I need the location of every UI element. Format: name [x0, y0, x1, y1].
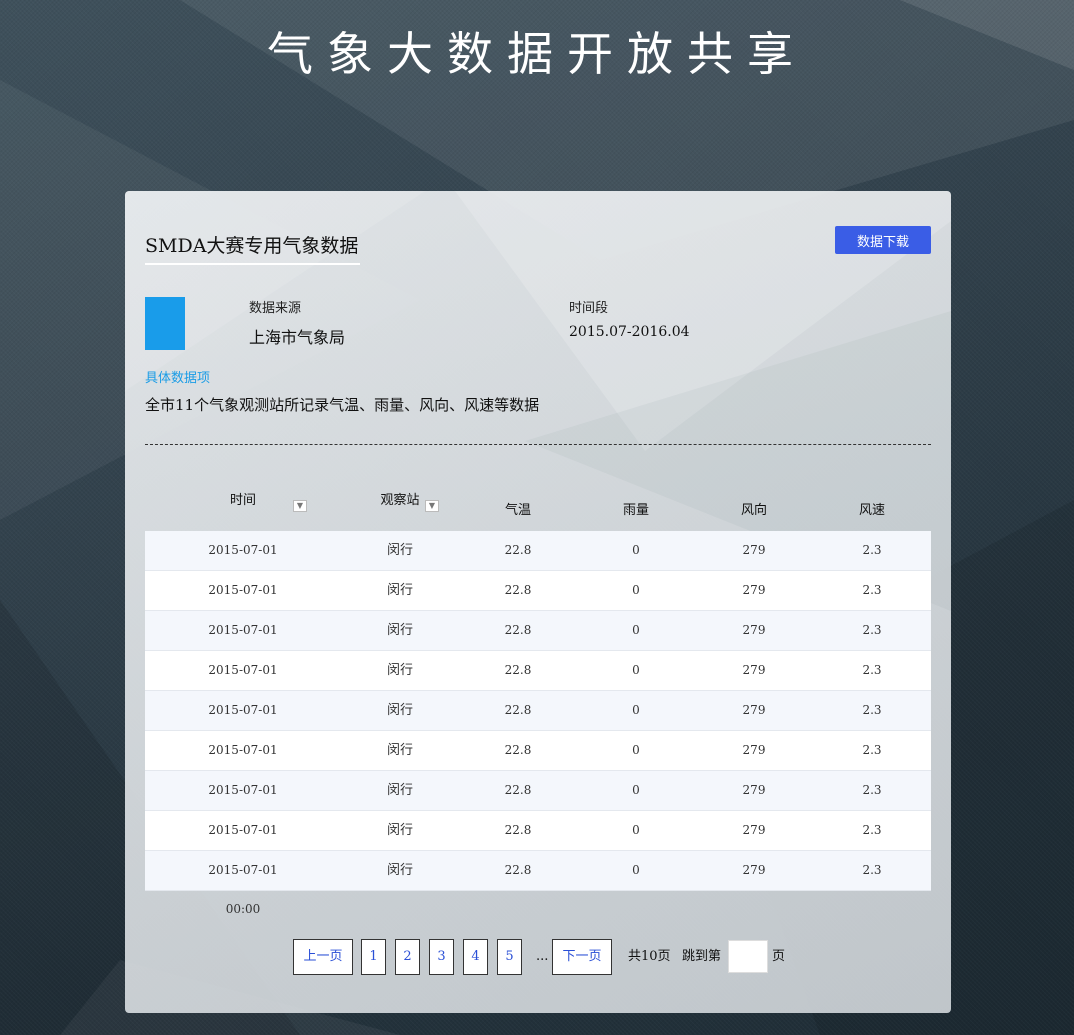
- table-row: 2015-07-01 00:00 闵行 22.8 0 279 2.3: [145, 691, 931, 756]
- site-title: 气象大数据开放共享: [267, 27, 807, 81]
- cell-wind-direction: 279: [742, 823, 766, 837]
- cell-station: 闵行: [386, 823, 413, 838]
- table-row: 2015-07-01 00:00 闵行 22.8 0 279 2.3: [145, 611, 931, 676]
- cell-time: 2015-07-01 00:00: [208, 703, 278, 756]
- cell-rainfall: 0: [632, 663, 640, 677]
- header-rainfall: 雨量: [622, 503, 649, 518]
- cell-time: 2015-07-01 00:00: [208, 623, 278, 676]
- chevron-down-icon[interactable]: ▼: [425, 500, 439, 512]
- cell-wind-direction: 279: [742, 863, 766, 877]
- jump-label: 跳到第: [682, 949, 722, 964]
- cell-wind-direction: 279: [742, 583, 766, 597]
- cell-wind-speed: 2.3: [862, 663, 882, 677]
- page-button-2[interactable]: 2: [395, 939, 420, 975]
- cell-rainfall: 0: [632, 783, 640, 797]
- title-underline: [145, 263, 360, 265]
- cell-time: 2015-07-01 00:00: [208, 663, 278, 716]
- page-button-1[interactable]: 1: [361, 939, 386, 975]
- page-button-3[interactable]: 3: [429, 939, 454, 975]
- total-pages: 共10页: [628, 949, 671, 964]
- cell-station: 闵行: [386, 743, 413, 758]
- cell-station: 闵行: [386, 783, 413, 798]
- cell-station: 闵行: [386, 663, 413, 678]
- chevron-down-icon[interactable]: ▼: [293, 500, 307, 512]
- cell-temperature: 22.8: [504, 583, 532, 597]
- cell-wind-direction: 279: [742, 703, 766, 717]
- cell-temperature: 22.8: [504, 703, 532, 717]
- cell-wind-speed: 2.3: [862, 623, 882, 637]
- dataset-panel: SMDA大赛专用气象数据 数据下载 数据来源 上海市气象局 时间段 2015.0…: [125, 191, 951, 1013]
- header-time[interactable]: 时间: [193, 489, 293, 508]
- section-divider: [145, 444, 931, 445]
- page-button-5[interactable]: 5: [497, 939, 522, 975]
- cell-temperature: 22.8: [504, 863, 532, 877]
- data-items-label: 具体数据项: [145, 371, 211, 386]
- header-wind-speed: 风速: [858, 503, 885, 518]
- table-row: 2015-07-01 00:00 闵行 22.8 0 279 2.3: [145, 571, 931, 636]
- cell-time: 2015-07-01 00:00: [208, 743, 278, 796]
- cell-wind-direction: 279: [742, 623, 766, 637]
- cell-wind-direction: 279: [742, 783, 766, 797]
- data-items-value: 全市11个气象观测站所记录气温、雨量、风向、风速等数据: [145, 396, 540, 414]
- pagination: 上一页 1 2 3 4 5 ... 下一页 共10页 跳到第 页: [125, 939, 951, 975]
- period-label: 时间段: [569, 301, 609, 316]
- cell-wind-speed: 2.3: [862, 743, 882, 757]
- pagination-ellipsis: ...: [536, 949, 549, 964]
- header-wind-direction: 风向: [740, 503, 767, 518]
- cell-rainfall: 0: [632, 703, 640, 717]
- cell-station: 闵行: [386, 583, 413, 598]
- cell-temperature: 22.8: [504, 823, 532, 837]
- prev-page-button[interactable]: 上一页: [293, 939, 353, 975]
- cell-wind-speed: 2.3: [862, 583, 882, 597]
- cell-temperature: 22.8: [504, 743, 532, 757]
- cell-wind-direction: 279: [742, 543, 766, 557]
- cell-temperature: 22.8: [504, 783, 532, 797]
- cell-wind-speed: 2.3: [862, 823, 882, 837]
- source-value: 上海市气象局: [249, 328, 346, 347]
- cell-wind-speed: 2.3: [862, 863, 882, 877]
- cell-station: 闵行: [386, 863, 413, 878]
- page-suffix: 页: [772, 949, 786, 964]
- table-row: 2015-07-01 00:00 闵行 22.8 0 279 2.3: [145, 731, 931, 796]
- table-header: 时间 ▼ 观察站 ▼ 气温 雨量 风向 风速: [145, 481, 931, 531]
- cell-station: 闵行: [386, 623, 413, 638]
- period-value: 2015.07-2016.04: [569, 324, 690, 340]
- cell-rainfall: 0: [632, 543, 640, 557]
- jump-page-input[interactable]: [728, 940, 768, 973]
- next-page-button[interactable]: 下一页: [552, 939, 612, 975]
- cell-rainfall: 0: [632, 823, 640, 837]
- cell-rainfall: 0: [632, 863, 640, 877]
- cell-temperature: 22.8: [504, 663, 532, 677]
- table-row: 2015-07-01 00:00 闵行 22.8 0 279 2.3: [145, 851, 931, 916]
- cell-rainfall: 0: [632, 583, 640, 597]
- table-row: 2015-07-01 00:00 闵行 22.8 0 279 2.3: [145, 811, 931, 876]
- download-button[interactable]: 数据下载: [835, 226, 931, 254]
- cell-rainfall: 0: [632, 623, 640, 637]
- cell-time: 2015-07-01 00:00: [208, 823, 278, 876]
- cell-wind-speed: 2.3: [862, 783, 882, 797]
- dataset-title: SMDA大赛专用气象数据: [145, 235, 359, 257]
- cell-time: 2015-07-01 00:00: [208, 543, 278, 596]
- table-body: 2015-07-01 00:00闵行22.802792.32015-07-01 …: [145, 531, 931, 916]
- cell-temperature: 22.8: [504, 623, 532, 637]
- table-row: 2015-07-01 00:00 闵行 22.8 0 279 2.3: [145, 531, 931, 596]
- cell-rainfall: 0: [632, 743, 640, 757]
- cell-station: 闵行: [386, 543, 413, 558]
- source-label: 数据来源: [249, 301, 302, 316]
- cell-time: 2015-07-01 00:00: [208, 783, 278, 836]
- cell-time: 2015-07-01 00:00: [208, 583, 278, 636]
- cell-station: 闵行: [386, 703, 413, 718]
- cell-wind-speed: 2.3: [862, 703, 882, 717]
- cell-wind-direction: 279: [742, 743, 766, 757]
- table-row: 2015-07-01 00:00 闵行 22.8 0 279 2.3: [145, 771, 931, 836]
- dataset-thumbnail: [145, 297, 185, 350]
- cell-wind-speed: 2.3: [862, 543, 882, 557]
- header-temperature: 气温: [504, 503, 531, 518]
- cell-wind-direction: 279: [742, 663, 766, 677]
- cell-time: 2015-07-01 00:00: [208, 863, 278, 916]
- page-button-4[interactable]: 4: [463, 939, 488, 975]
- cell-temperature: 22.8: [504, 543, 532, 557]
- table-row: 2015-07-01 00:00 闵行 22.8 0 279 2.3: [145, 651, 931, 716]
